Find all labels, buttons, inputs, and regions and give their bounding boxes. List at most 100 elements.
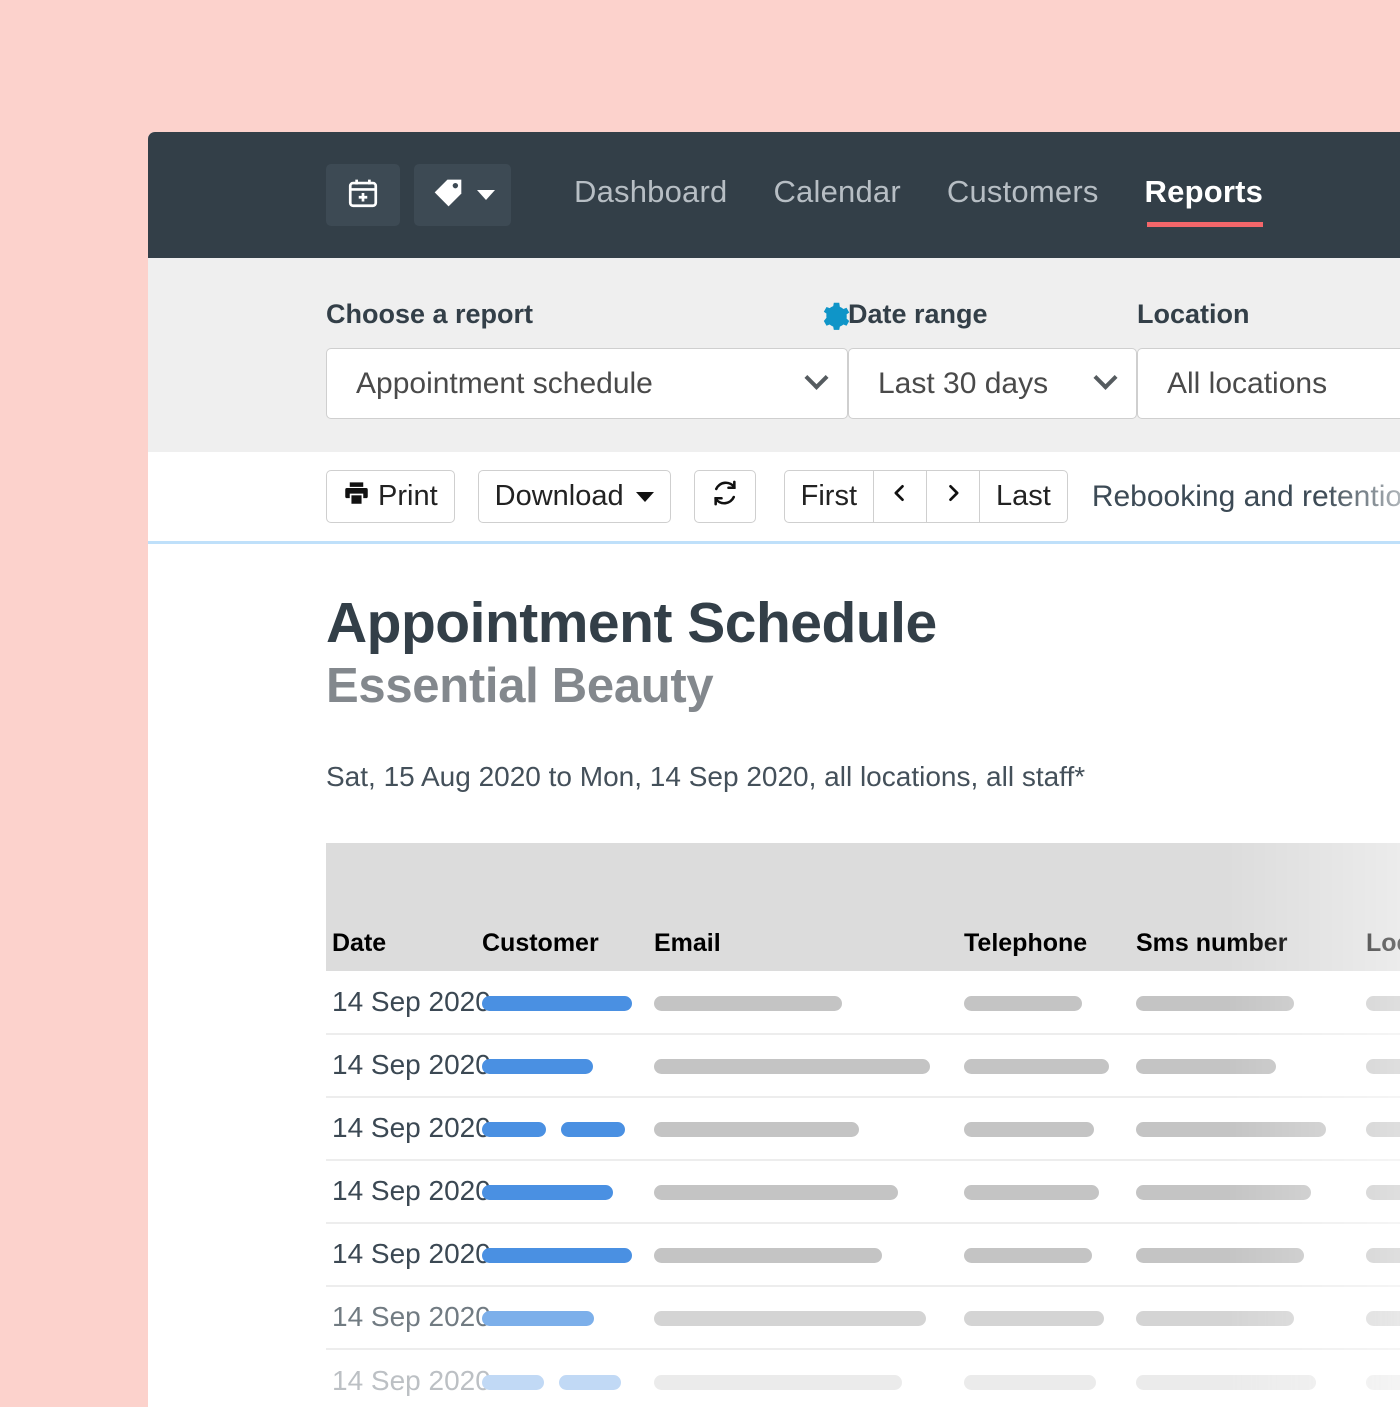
redacted-bar (1136, 1311, 1294, 1327)
report-body: Appointment Schedule Essential Beauty Sa… (148, 544, 1400, 1407)
redacted-bar (964, 1122, 1094, 1138)
report-toolbar: Print Download First Last Rebooking and … (148, 452, 1400, 544)
cell-email (654, 1158, 964, 1223)
report-filter-bar: Choose a report Appointment schedule Dat… (148, 258, 1400, 452)
choose-report-select[interactable]: Appointment schedule (326, 348, 848, 419)
redacted-bar (964, 1374, 1096, 1390)
nav-link-calendar[interactable]: Calendar (773, 174, 900, 216)
download-button[interactable]: Download (477, 470, 671, 523)
cell-email (654, 1095, 964, 1160)
business-name: Essential Beauty (326, 658, 714, 713)
refresh-button[interactable] (693, 470, 756, 523)
cell-date: 14 Sep 2020 (326, 1032, 491, 1097)
cell-sms-number (1136, 1221, 1366, 1286)
redacted-bar (1366, 1122, 1400, 1138)
redacted-bar (1136, 1374, 1316, 1390)
last-page-button[interactable]: Last (979, 470, 1068, 523)
first-page-button[interactable]: First (783, 470, 874, 523)
date-range-filter: Date range Last 30 days (848, 299, 1137, 419)
calendar-plus-icon (346, 176, 380, 215)
cell-sms-number (1136, 1095, 1366, 1160)
new-appointment-button[interactable] (326, 164, 400, 226)
column-header-location[interactable]: Location (1366, 842, 1400, 971)
cell-customer (482, 1158, 654, 1223)
cell-date: 14 Sep 2020 (326, 1158, 491, 1223)
redacted-bar (964, 1059, 1109, 1075)
chevron-down-icon (804, 365, 829, 390)
table-row[interactable]: 14 Sep 2020 (326, 1032, 1400, 1097)
redacted-bar (654, 1185, 898, 1201)
date-range-label: Date range (848, 299, 988, 329)
redacted-bar (964, 1185, 1099, 1201)
redacted-bar (654, 1122, 859, 1138)
column-header-email[interactable]: Email (654, 842, 964, 971)
choose-report-filter: Choose a report Appointment schedule (326, 299, 851, 419)
redacted-bar (1366, 995, 1400, 1011)
redacted-bar (482, 1059, 593, 1075)
redacted-bar (1366, 1059, 1400, 1075)
column-header-customer[interactable]: Customer (482, 842, 654, 971)
cell-date: 14 Sep 2020 (326, 1284, 491, 1349)
column-header-sms-number[interactable]: Sms number (1136, 842, 1366, 971)
previous-page-button[interactable] (873, 470, 927, 523)
app-window: Dashboard Calendar Customers Reports Cho… (148, 132, 1400, 1407)
location-select[interactable]: All locations (1137, 348, 1400, 419)
redacted-bar (559, 1374, 621, 1390)
table-row[interactable]: 14 Sep 2020 (326, 971, 1400, 1034)
location-filter: Location All locations (1137, 299, 1400, 419)
print-label: Print (378, 480, 438, 512)
caret-down-icon (635, 491, 654, 502)
table-row[interactable]: 14 Sep 2020 (326, 1095, 1400, 1160)
cell-location (1366, 1284, 1400, 1349)
cell-date: 14 Sep 2020 (326, 1221, 491, 1286)
redacted-bar (654, 1311, 926, 1327)
table-scroll-region[interactable]: Date Customer Email Telephone Sms number… (326, 842, 1400, 1407)
column-header-telephone[interactable]: Telephone (964, 842, 1136, 971)
tag-menu-button[interactable] (414, 164, 511, 226)
nav-link-customers[interactable]: Customers (947, 174, 1099, 216)
redacted-bar (964, 995, 1082, 1011)
cell-date: 14 Sep 2020 (326, 1095, 491, 1160)
rebooking-retention-link[interactable]: Rebooking and retention (1092, 480, 1400, 514)
table-header-row: Date Customer Email Telephone Sms number… (326, 842, 1400, 971)
cell-date: 14 Sep 2020 (326, 1347, 491, 1407)
redacted-bar (964, 1311, 1104, 1327)
cell-sms-number (1136, 1347, 1366, 1407)
table-row[interactable]: 14 Sep 2020 (326, 1221, 1400, 1286)
chevron-right-icon (943, 480, 963, 514)
cell-email (654, 1032, 964, 1097)
nav-link-dashboard[interactable]: Dashboard (574, 174, 727, 216)
column-header-date[interactable]: Date (326, 842, 482, 971)
table-body: 14 Sep 2020 14 Sep 2020 14 Sep 2020 14 Sep … (326, 971, 1400, 1407)
redacted-bar (654, 1059, 930, 1075)
choose-report-label: Choose a report (326, 299, 534, 329)
nav-link-reports[interactable]: Reports (1145, 174, 1264, 227)
cell-telephone (964, 1347, 1136, 1407)
download-label: Download (494, 480, 624, 512)
redacted-bar (654, 1248, 882, 1264)
chevron-left-icon (890, 480, 910, 514)
cell-location (1366, 1095, 1400, 1160)
cell-sms-number (1136, 1158, 1366, 1223)
cell-telephone (964, 971, 1136, 1034)
redacted-bar (1136, 1059, 1276, 1075)
table-row[interactable]: 14 Sep 2020 (326, 1284, 1400, 1349)
table-row[interactable]: 14 Sep 2020 (326, 1347, 1400, 1407)
top-navigation-bar: Dashboard Calendar Customers Reports (148, 132, 1400, 258)
cell-location (1366, 971, 1400, 1034)
pagination-group: First Last (783, 470, 1068, 523)
gear-icon[interactable] (820, 301, 851, 337)
table-row[interactable]: 14 Sep 2020 (326, 1158, 1400, 1223)
print-button[interactable]: Print (326, 470, 455, 523)
date-range-select[interactable]: Last 30 days (848, 348, 1137, 419)
cell-telephone (964, 1095, 1136, 1160)
redacted-bar (482, 1185, 613, 1201)
redacted-bar (1366, 1311, 1400, 1327)
printer-icon (343, 479, 370, 514)
cell-customer (482, 1032, 654, 1097)
redacted-bar (482, 1248, 632, 1264)
cell-customer (482, 1284, 654, 1349)
cell-email (654, 1347, 964, 1407)
next-page-button[interactable] (926, 470, 980, 523)
choose-report-value: Appointment schedule (356, 366, 653, 400)
